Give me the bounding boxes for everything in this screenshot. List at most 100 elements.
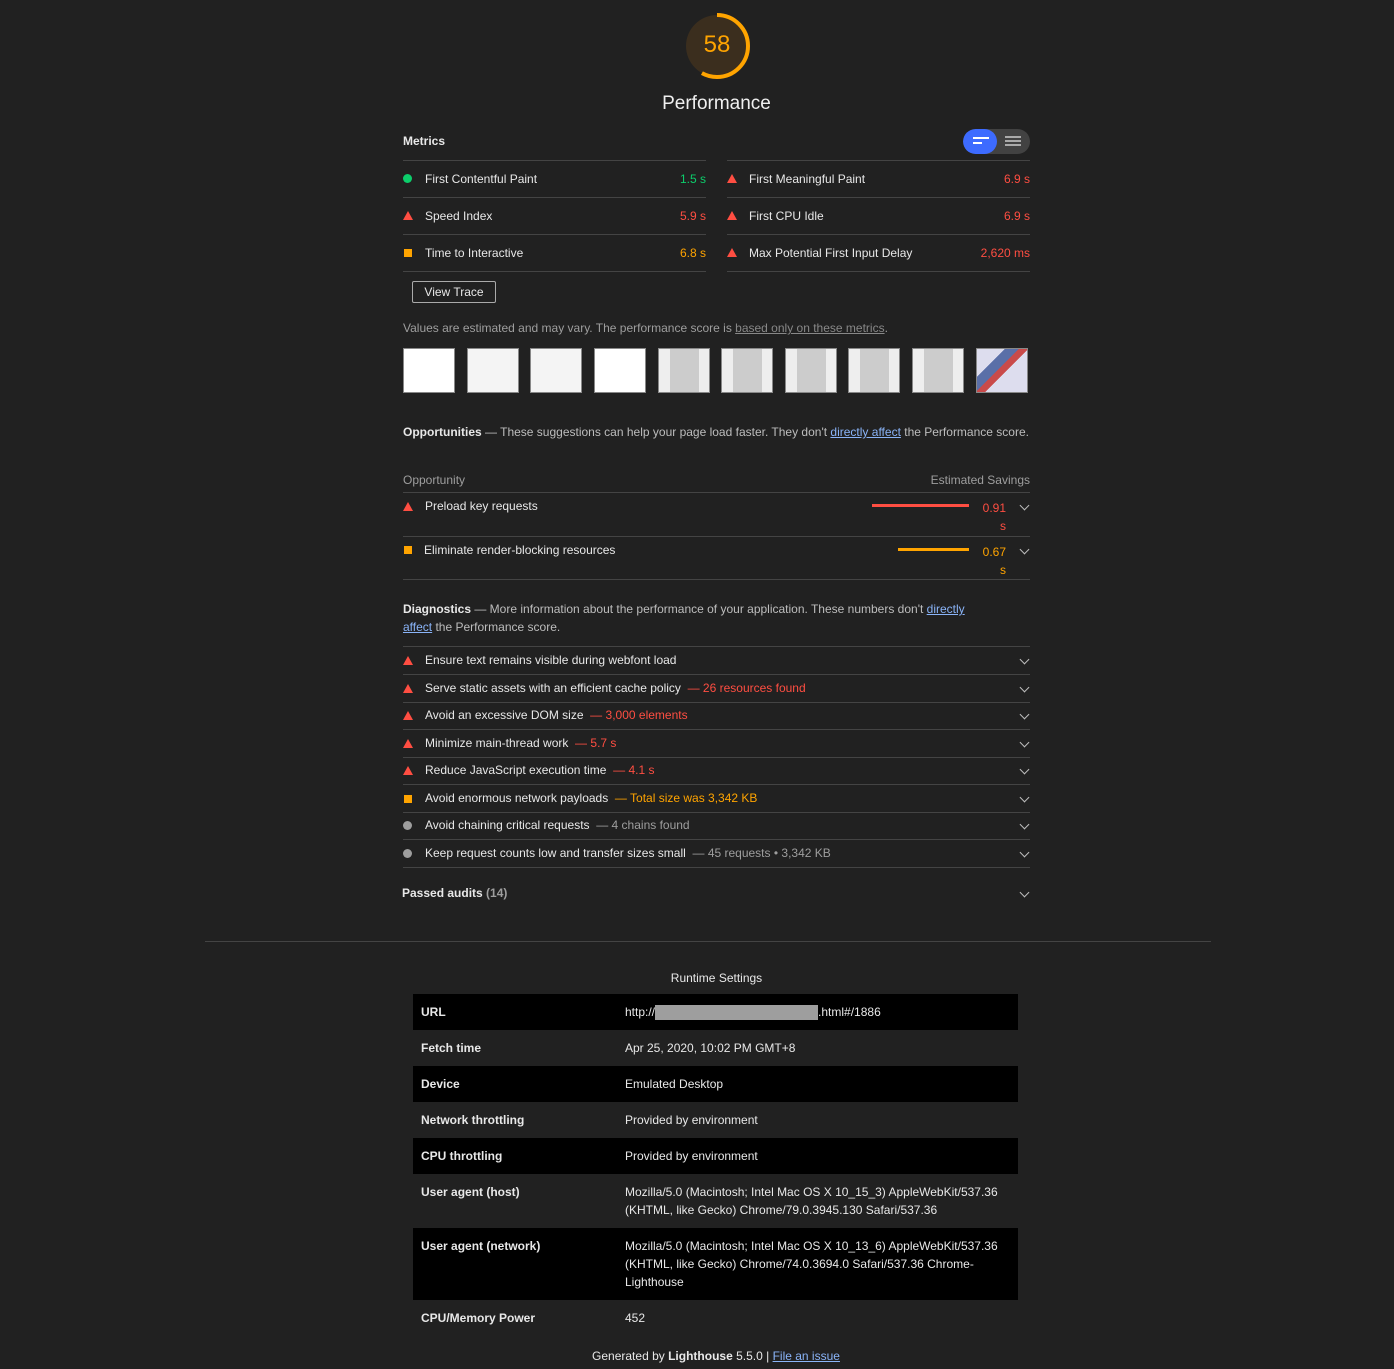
diagnostic-label: Avoid enormous network payloads — [425, 790, 609, 805]
compact-view-button[interactable] — [963, 129, 997, 154]
metrics-view-toggle[interactable] — [963, 129, 1030, 154]
opportunities-desc-link[interactable]: directly affect — [830, 425, 900, 439]
runtime-key: User agent (host) — [421, 1185, 520, 1199]
metric-label: Time to Interactive — [425, 246, 524, 260]
runtime-settings-title: Runtime Settings — [670, 971, 763, 985]
diagnostic-row[interactable]: Avoid chaining critical requests — 4 cha… — [403, 812, 1030, 839]
metric-right-1: First CPU Idle 6.9 s — [727, 197, 1030, 234]
runtime-row: User agent (network) Mozilla/5.0 (Macint… — [413, 1228, 1018, 1300]
filmstrip-frame — [530, 348, 582, 393]
filmstrip-frame — [658, 348, 710, 393]
diagnostic-row[interactable]: Avoid an excessive DOM size — 3,000 elem… — [403, 702, 1030, 729]
diagnostic-row[interactable]: Ensure text remains visible during webfo… — [403, 647, 1030, 674]
opportunity-label: Eliminate render-blocking resources — [424, 543, 616, 557]
savings-number: 0.91 — [982, 501, 1006, 515]
url-prefix: http:// — [625, 1005, 656, 1019]
chevron-down-icon[interactable] — [1019, 887, 1030, 898]
chevron-down-icon[interactable] — [1019, 682, 1030, 692]
diagnostic-row[interactable]: Serve static assets with an efficient ca… — [403, 675, 1030, 702]
diagnostic-row[interactable]: Keep request counts low and transfer siz… — [403, 840, 1030, 867]
savings-col-header: Estimated Savings — [930, 473, 1030, 487]
diagnostic-row[interactable]: Reduce JavaScript execution time — 4.1 s — [403, 757, 1030, 784]
runtime-settings-table: URL http:// .html#/1886 Fetch time Apr 25… — [413, 994, 1018, 1336]
runtime-row: Device Emulated Desktop — [413, 1066, 1018, 1102]
savings-number: 0.67 — [982, 545, 1006, 559]
diagnostic-detail: 3,000 elements — [605, 708, 688, 722]
diagnostic-label: Reduce JavaScript execution time — [425, 763, 607, 777]
metric-label: First CPU Idle — [749, 209, 824, 223]
diagnostic-detail-sep: — — [606, 763, 629, 777]
diagnostic-row[interactable]: Minimize main-thread work — 5.7 s — [403, 730, 1030, 757]
diagnostic-detail: 4 chains found — [611, 818, 690, 832]
filmstrip-frame — [467, 348, 519, 393]
metric-left-2: Time to Interactive 6.8 s — [403, 234, 706, 271]
runtime-row-url: URL http:// .html#/1886 — [413, 994, 1018, 1030]
diagnostic-text: Avoid enormous network payloads — Total … — [425, 791, 757, 805]
diagnostic-text: Serve static assets with an efficient ca… — [425, 681, 806, 695]
diagnostic-detail-sep: — — [680, 680, 703, 695]
diagnostic-detail-sep: — — [568, 735, 591, 750]
savings-value: 0.91 s — [969, 499, 1006, 535]
diagnostic-detail: 5.7 s — [590, 735, 617, 750]
fail-icon — [403, 711, 413, 720]
runtime-row: User agent (host) Mozilla/5.0 (Macintosh… — [413, 1174, 1018, 1228]
diagnostics-title: Diagnostics — [403, 602, 472, 616]
fail-icon — [403, 502, 413, 511]
chevron-down-icon[interactable] — [1019, 764, 1030, 775]
chevron-down-icon[interactable] — [1019, 737, 1030, 747]
diagnostic-text: Avoid an excessive DOM size — 3,000 elem… — [425, 708, 688, 722]
chevron-down-icon[interactable] — [1019, 709, 1030, 720]
diagnostic-label: Minimize main-thread work — [425, 735, 569, 750]
diagnostics-header: Diagnostics — More information about the… — [403, 600, 1030, 636]
filmstrip-frame — [848, 348, 900, 393]
metric-value: 6.8 s — [679, 246, 706, 260]
diagnostic-text: Minimize main-thread work — 5.7 s — [425, 736, 616, 750]
diagnostic-label: Serve static assets with an efficient ca… — [425, 680, 681, 695]
chevron-down-icon[interactable] — [1019, 544, 1030, 555]
metrics-note-link[interactable]: based only on these metrics — [735, 321, 884, 335]
metric-label: Max Potential First Input Delay — [749, 246, 913, 260]
passed-audits-row[interactable]: Passed audits (14) — [402, 886, 1030, 906]
runtime-value: Mozilla/5.0 (Macintosh; Intel Mac OS X 1… — [625, 1185, 998, 1217]
diagnostics-desc-link[interactable]: directly — [927, 602, 965, 616]
runtime-value: Apr 25, 2020, 10:02 PM GMT+8 — [625, 1041, 796, 1055]
diagnostic-text: Ensure text remains visible during webfo… — [425, 653, 676, 667]
opportunity-row-preload[interactable]: Preload key requests 0.91 s — [403, 493, 1030, 536]
footer-version: 5.5.0 | — [732, 1349, 773, 1363]
chevron-down-icon[interactable] — [1019, 819, 1030, 830]
metrics-note-text: Values are estimated and may vary. The p… — [403, 321, 736, 335]
chevron-down-icon[interactable] — [1019, 654, 1030, 665]
diagnostics-desc: — More information about the performance… — [471, 602, 927, 616]
runtime-key: Network throttling — [421, 1113, 525, 1127]
fail-icon — [403, 766, 413, 775]
metric-left-1: Speed Index 5.9 s — [403, 197, 706, 234]
runtime-key: Device — [421, 1077, 460, 1091]
metric-label: First Contentful Paint — [425, 172, 538, 186]
runtime-url-value: http:// .html#/1886 — [617, 994, 1018, 1030]
file-issue-link[interactable]: File an issue — [773, 1349, 840, 1363]
chevron-down-icon[interactable] — [1019, 847, 1030, 857]
opportunity-label: Preload key requests — [425, 499, 538, 513]
fail-icon — [403, 656, 413, 665]
expanded-view-button[interactable] — [997, 129, 1030, 154]
chevron-down-icon[interactable] — [1019, 792, 1030, 802]
url-suffix: .html#/1886 — [818, 1005, 881, 1019]
diagnostic-row[interactable]: Avoid enormous network payloads — Total … — [403, 785, 1030, 812]
runtime-key: CPU throttling — [421, 1149, 503, 1163]
diagnostics-desc-suffix: the Performance score. — [432, 620, 561, 634]
diagnostics-desc-link-2[interactable]: affect — [403, 620, 432, 634]
info-icon — [403, 848, 412, 858]
diagnostic-detail: 4.1 s — [628, 763, 655, 777]
opportunity-col-header: Opportunity — [403, 473, 466, 487]
opportunity-row-render-blocking[interactable]: Eliminate render-blocking resources 0.67… — [403, 537, 1030, 580]
expanded-view-icon — [1005, 136, 1021, 146]
filmstrip-frame — [594, 348, 646, 393]
passed-audits-label: Passed audits — [402, 886, 483, 900]
pass-icon — [403, 174, 412, 183]
runtime-key: User agent (network) — [421, 1239, 541, 1253]
savings-unit: s — [1000, 519, 1006, 533]
metric-left-0: First Contentful Paint 1.5 s — [403, 160, 706, 197]
metric-value: 2,620 ms — [980, 246, 1030, 260]
view-trace-button[interactable]: View Trace — [412, 281, 496, 303]
chevron-down-icon[interactable] — [1019, 500, 1030, 511]
